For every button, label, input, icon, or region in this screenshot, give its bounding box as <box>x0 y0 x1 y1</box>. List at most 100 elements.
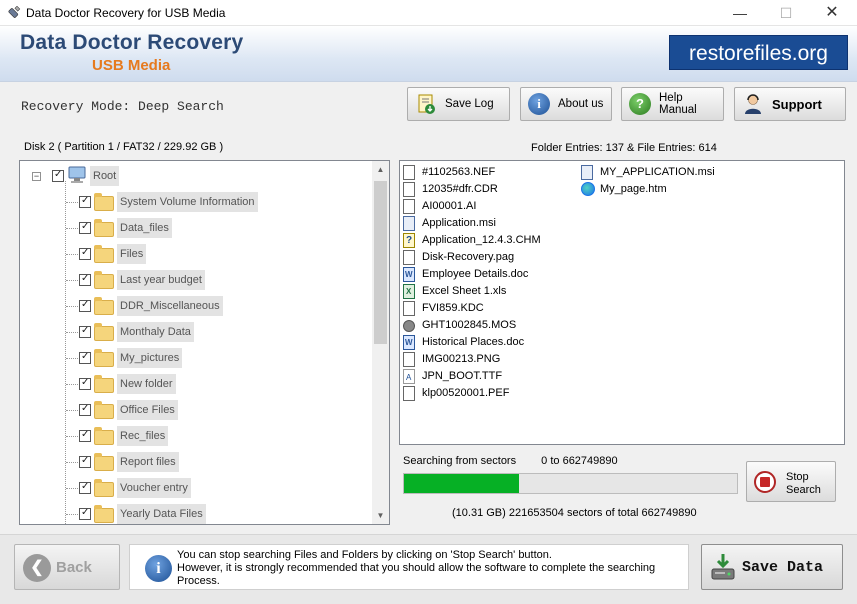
tree-folder-item[interactable]: New folder <box>20 371 372 397</box>
folder-icon <box>94 505 114 523</box>
word-icon <box>403 266 415 283</box>
tree-folder-item[interactable]: Yearly Data Files <box>20 501 372 524</box>
tree-connector <box>66 306 80 307</box>
minimize-button[interactable]: — <box>717 0 763 26</box>
folder-tree[interactable]: − Root System Volume Information Data_fil… <box>19 160 390 525</box>
about-us-button[interactable]: i About us <box>520 87 612 121</box>
root-checkbox[interactable] <box>52 169 64 182</box>
tree-scrollbar[interactable]: ▲ ▼ <box>372 161 389 524</box>
info-icon: i <box>145 555 172 582</box>
tree-folder-item[interactable]: Files <box>20 241 372 267</box>
tree-folder-item[interactable]: Last year budget <box>20 267 372 293</box>
folder-checkbox[interactable] <box>79 299 91 312</box>
tree-root-label: Root <box>90 166 120 186</box>
title-bar: Data Doctor Recovery for USB Media — ☐ ✕ <box>0 0 857 26</box>
tree-folder-item[interactable]: System Volume Information <box>20 189 372 215</box>
stop-icon <box>754 471 776 493</box>
tree-folder-item[interactable]: Monthaly Data <box>20 319 372 345</box>
tree-folder-item[interactable]: Report files <box>20 449 372 475</box>
folder-label: Report files <box>117 452 179 472</box>
file-name: JPN_BOOT.TTF <box>422 370 503 382</box>
folder-label: Monthaly Data <box>117 322 194 342</box>
help-file-icon <box>403 232 415 249</box>
scroll-down-arrow[interactable]: ▼ <box>372 507 389 524</box>
info-message-box: i You can stop searching Files and Folde… <box>129 544 689 590</box>
folder-checkbox[interactable] <box>79 429 91 442</box>
sectors-status: (10.31 GB) 221653504 sectors of total 66… <box>452 507 697 519</box>
folder-checkbox[interactable] <box>79 455 91 468</box>
folder-checkbox[interactable] <box>79 221 91 234</box>
save-log-button[interactable]: Save Log <box>407 87 510 121</box>
gear-icon <box>403 320 415 332</box>
folder-icon <box>94 375 114 393</box>
close-button[interactable]: ✕ <box>809 0 855 26</box>
tree-connector <box>66 410 80 411</box>
file-icon <box>403 199 415 214</box>
folder-checkbox[interactable] <box>79 507 91 520</box>
folder-checkbox[interactable] <box>79 481 91 494</box>
entries-count: Folder Entries: 137 & File Entries: 614 <box>531 142 717 154</box>
back-button[interactable]: ❮ Back <box>14 544 120 590</box>
word-icon <box>403 334 415 351</box>
tree-connector <box>66 228 80 229</box>
info-message: You can stop searching Files and Folders… <box>177 549 682 588</box>
support-button[interactable]: Support <box>734 87 846 121</box>
excel-icon <box>403 283 415 300</box>
usb-drive-icon <box>8 6 21 18</box>
file-icon <box>403 352 415 367</box>
folder-checkbox[interactable] <box>79 325 91 338</box>
file-icon <box>403 386 415 401</box>
folder-checkbox[interactable] <box>79 351 91 364</box>
folder-icon <box>94 245 114 263</box>
folder-checkbox[interactable] <box>79 377 91 390</box>
folder-icon <box>94 219 114 237</box>
tree-connector <box>66 436 80 437</box>
file-name: Disk-Recovery.pag <box>422 251 515 263</box>
folder-checkbox[interactable] <box>79 403 91 416</box>
tree-folder-item[interactable]: Data_files <box>20 215 372 241</box>
tree-folder-item[interactable]: Voucher entry <box>20 475 372 501</box>
file-name: Application.msi <box>422 217 496 229</box>
sector-range: 0 to 662749890 <box>541 455 618 467</box>
message-line: Process. <box>177 575 220 587</box>
tree-connector <box>66 384 80 385</box>
folder-icon <box>94 297 114 315</box>
file-name: Historical Places.doc <box>422 336 525 348</box>
folder-label: DDR_Miscellaneous <box>117 296 223 316</box>
stop-search-label: Stop Search <box>786 471 821 496</box>
tree-folder-item[interactable]: Office Files <box>20 397 372 423</box>
save-disk-icon <box>711 554 735 580</box>
search-progress-bar <box>403 473 738 494</box>
message-line: However, it is strongly recommended that… <box>177 562 656 574</box>
tree-root[interactable]: − Root <box>20 163 372 189</box>
stop-search-button[interactable]: Stop Search <box>746 461 836 502</box>
scroll-thumb[interactable] <box>374 181 387 344</box>
folder-label: Voucher entry <box>117 478 191 498</box>
folder-label: Yearly Data Files <box>117 504 206 524</box>
tree-folder-item[interactable]: My_pictures <box>20 345 372 371</box>
folder-checkbox[interactable] <box>79 195 91 208</box>
file-icon <box>403 301 415 316</box>
tree-connector <box>66 332 80 333</box>
support-person-icon <box>745 94 761 114</box>
brand-title: Data Doctor Recovery <box>20 31 244 54</box>
file-name: IMG00213.PNG <box>422 353 501 365</box>
edge-icon <box>581 182 595 196</box>
file-icon <box>403 165 415 180</box>
tree-connector <box>66 462 80 463</box>
tree-connector <box>66 514 80 515</box>
scroll-up-arrow[interactable]: ▲ <box>372 161 389 178</box>
file-name: #1102563.NEF <box>422 166 496 178</box>
header-banner: Data Doctor Recovery USB Media restorefi… <box>0 26 857 82</box>
file-list[interactable]: #1102563.NEF 12035#dfr.CDR AI00001.AI Appli… <box>399 160 845 445</box>
folder-label: Rec_files <box>117 426 169 446</box>
save-data-button[interactable]: Save Data <box>701 544 843 590</box>
tree-folder-item[interactable]: DDR_Miscellaneous <box>20 293 372 319</box>
maximize-button[interactable]: ☐ <box>763 0 809 26</box>
help-manual-button[interactable]: ? Help Manual <box>621 87 724 121</box>
collapse-toggle[interactable]: − <box>32 172 41 181</box>
folder-checkbox[interactable] <box>79 273 91 286</box>
tree-folder-item[interactable]: Rec_files <box>20 423 372 449</box>
file-name: Employee Details.doc <box>422 268 529 280</box>
folder-checkbox[interactable] <box>79 247 91 260</box>
